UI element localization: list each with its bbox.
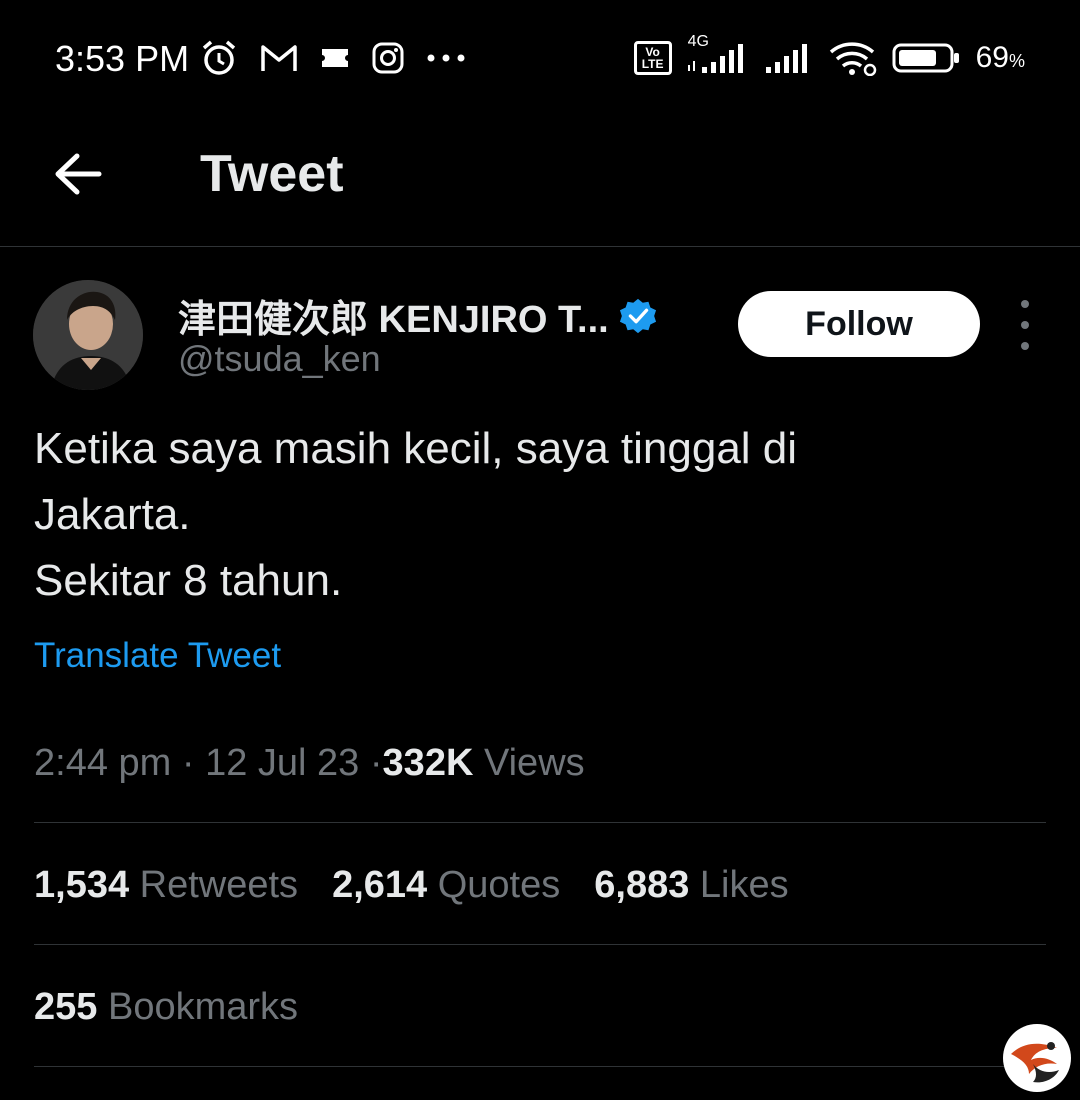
tweet-text-line: Sekitar 8 tahun. — [34, 556, 343, 605]
tweet-text-line: Ketika saya masih kecil, saya tinggal di — [34, 424, 798, 473]
quotes-stat[interactable]: 2,614 Quotes — [332, 864, 560, 907]
wifi-icon — [828, 40, 878, 76]
follow-button[interactable]: Follow — [738, 291, 980, 357]
quotes-count: 2,614 — [332, 864, 428, 906]
author-handle[interactable]: @tsuda_ken — [178, 338, 381, 380]
bookmarks-count: 255 — [34, 986, 98, 1028]
battery-percent: 69% — [976, 41, 1025, 75]
notification-icons — [200, 38, 466, 78]
battery-icon — [892, 41, 962, 75]
arrow-left-icon — [55, 153, 102, 195]
tweet-meta: 2:44 pm · 12 Jul 23 ·332K Views — [34, 742, 585, 785]
cellular-signal-icon: 4G — [686, 33, 750, 75]
battery-percent-unit: % — [1008, 51, 1025, 71]
tweet-text: Ketika saya masih kecil, saya tinggal di… — [34, 416, 1034, 614]
status-time: 3:53 PM — [55, 38, 190, 79]
author-name[interactable]: 津田健次郎 KENJIRO T... — [178, 288, 657, 343]
back-button[interactable] — [50, 146, 106, 202]
retweets-count: 1,534 — [34, 864, 130, 906]
watermark-logo — [1003, 1024, 1071, 1092]
system-icons: Vo LTE 4G 69% — [633, 33, 1025, 78]
tweet-date[interactable]: 12 Jul 23 — [205, 742, 359, 784]
meta-separator: · — [369, 742, 383, 784]
likes-count: 6,883 — [594, 864, 690, 906]
engagement-stats: 1,534 Retweets 2,614 Quotes 6,883 Likes — [34, 864, 789, 907]
more-options-button[interactable] — [1008, 300, 1042, 350]
more-vertical-icon — [1021, 300, 1029, 308]
retweets-stat[interactable]: 1,534 Retweets — [34, 864, 298, 907]
divider — [34, 1066, 1046, 1067]
alarm-icon — [200, 39, 238, 77]
translate-tweet-link[interactable]: Translate Tweet — [34, 636, 281, 676]
views-label: Views — [483, 742, 585, 784]
cellular-signal-2-icon — [764, 41, 814, 75]
views-count: 332K — [382, 742, 474, 784]
bookmarks-label: Bookmarks — [107, 986, 299, 1028]
divider — [34, 822, 1046, 823]
volte-icon: Vo LTE — [633, 41, 672, 75]
tweet-text-line: Jakarta. — [34, 490, 191, 539]
meta-separator: · — [181, 742, 195, 784]
author-name-text: 津田健次郎 KENJIRO T... — [178, 299, 609, 341]
page-title: Tweet — [200, 145, 344, 203]
top-app-bar: Tweet — [0, 118, 1080, 247]
ticket-icon — [320, 46, 350, 70]
gmail-icon — [260, 43, 298, 73]
status-bar: 3:53 PM Vo LTE 4G 69% — [0, 0, 1080, 118]
more-vertical-icon-dot — [1021, 321, 1029, 329]
likes-stat[interactable]: 6,883 Likes — [594, 864, 788, 907]
network-type-label: 4G — [687, 33, 709, 50]
retweets-label: Retweets — [139, 864, 299, 906]
verified-badge-icon — [619, 298, 656, 333]
divider — [34, 944, 1046, 945]
more-vertical-icon-dot — [1021, 342, 1029, 350]
avatar[interactable] — [33, 280, 143, 390]
more-notifications-icon — [426, 53, 466, 63]
bookmarks-stat[interactable]: 255 Bookmarks — [34, 986, 298, 1029]
battery-percent-value: 69 — [975, 41, 1009, 74]
quotes-label: Quotes — [437, 864, 561, 906]
tweet-time[interactable]: 2:44 pm — [34, 742, 171, 784]
likes-label: Likes — [699, 864, 789, 906]
instagram-icon — [372, 42, 404, 74]
